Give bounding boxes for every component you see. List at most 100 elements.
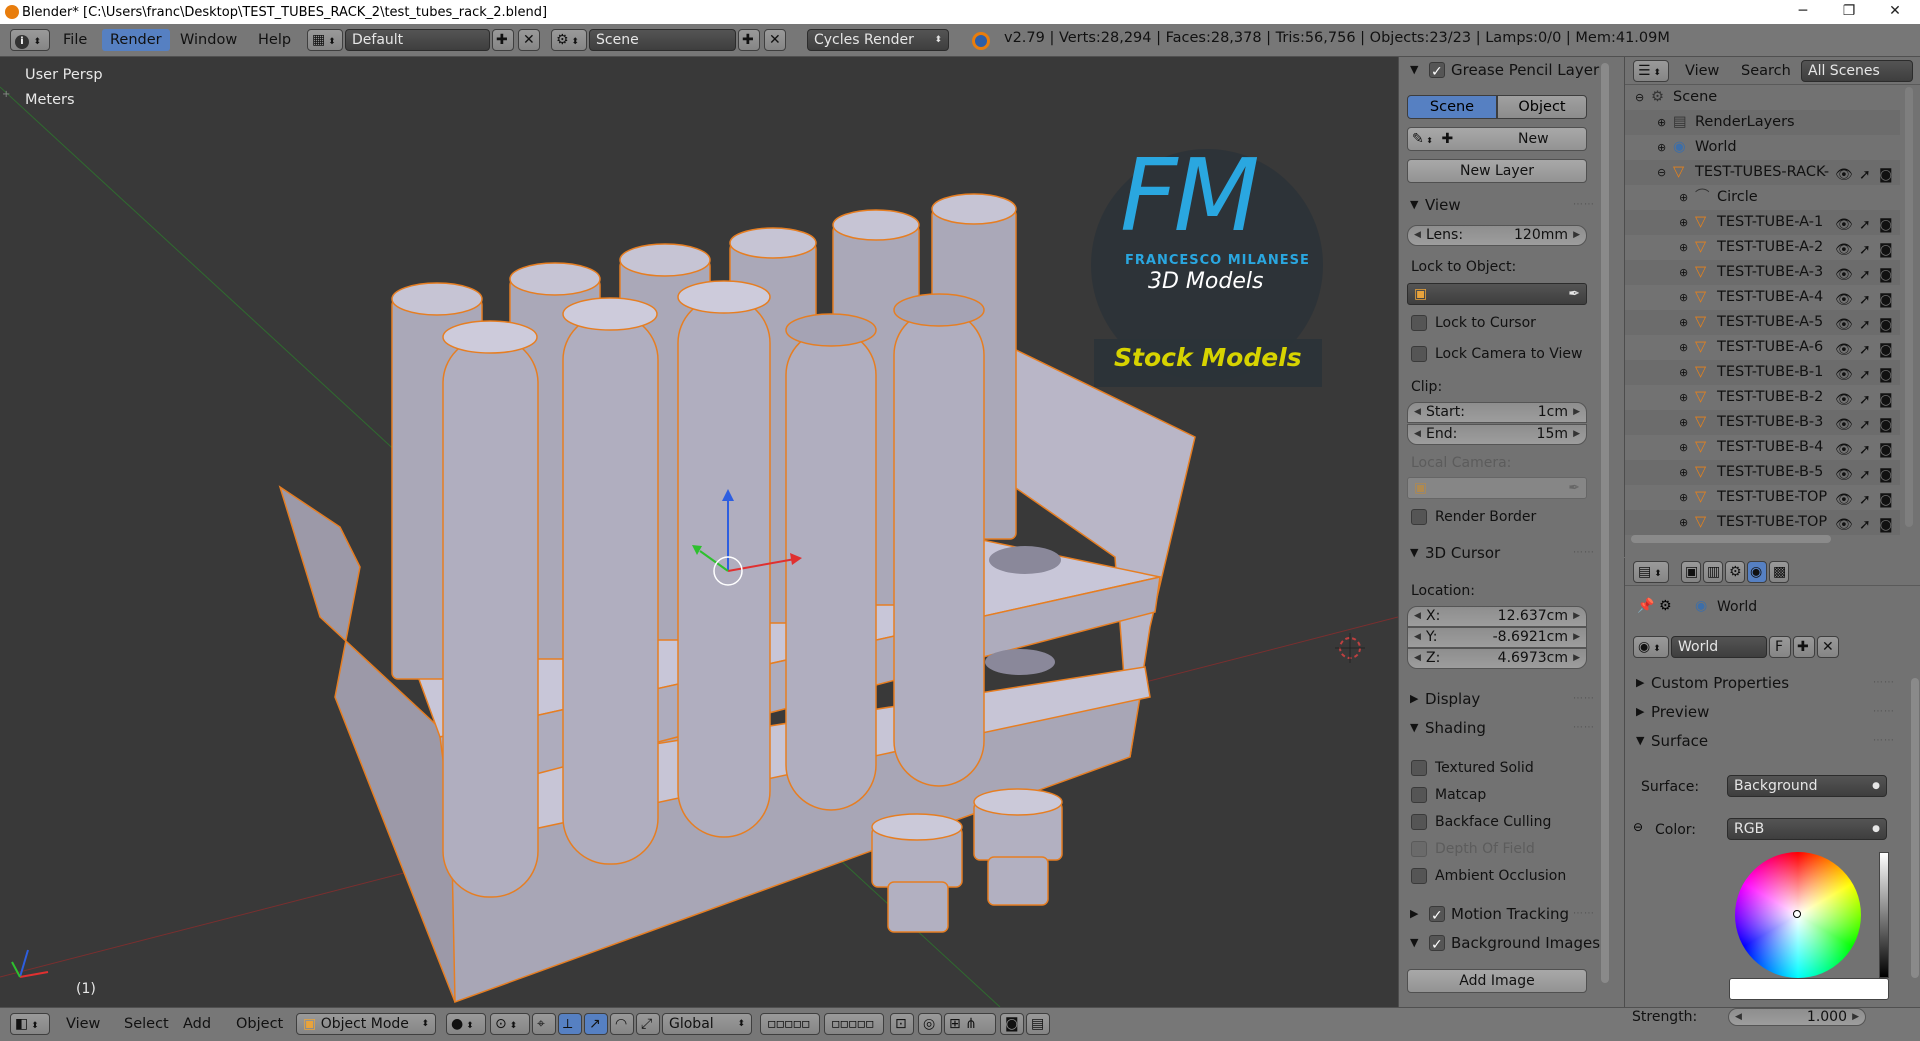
render-border-checkbox[interactable] — [1411, 509, 1427, 525]
maximize-button[interactable]: ❐ — [1826, 0, 1872, 24]
collapse-icon[interactable]: ⊖ — [1635, 85, 1644, 110]
fake-user-button[interactable]: F — [1769, 636, 1791, 658]
outliner-item[interactable]: ⊕ ▽ TEST-TUBE-A-3 👁 ➚ ◙ — [1625, 260, 1900, 285]
interaction-mode-select[interactable]: ▣ Object Mode ⬍ — [296, 1013, 436, 1035]
renderable-camera-icon[interactable]: ◙ — [1879, 163, 1893, 185]
menu-help[interactable]: Help — [250, 29, 299, 51]
new-layer-button[interactable]: New Layer — [1407, 159, 1587, 183]
renderable-camera-icon[interactable]: ◙ — [1879, 288, 1893, 310]
outliner-item[interactable]: ⊕ ▽ TEST-TUBE-B-3 👁 ➚ ◙ — [1625, 410, 1900, 435]
expand-icon[interactable]: ⊕ — [1679, 260, 1688, 285]
cursor-z-field[interactable]: ◀ Z: 4.6973cm ▶ — [1407, 648, 1587, 669]
outliner-item[interactable]: ⊕ ▽ TEST-TUBE-B-4 👁 ➚ ◙ — [1625, 435, 1900, 460]
backface-culling-checkbox[interactable] — [1411, 814, 1427, 830]
new-grease-pencil-button[interactable]: ✎ ⬍ ✚ New — [1407, 127, 1587, 151]
layers-grid-1[interactable]: ▫▫▫▫▫ — [760, 1013, 820, 1035]
visibility-eye-icon[interactable]: 👁 — [1835, 363, 1853, 385]
expand-icon[interactable]: ⊕ — [1679, 210, 1688, 235]
viewport-menu-view[interactable]: View — [58, 1013, 108, 1035]
editor-type-outliner-button[interactable]: ☰ ⬍ — [1633, 60, 1669, 82]
collapse-socket-icon[interactable]: ⊖ — [1633, 820, 1643, 834]
outliner-item[interactable]: ⊕ ▽ TEST-TUBE-TOP 👁 ➚ ◙ — [1625, 510, 1900, 535]
shading-panel-header[interactable]: ▼ Shading ⋯⋯ — [1405, 716, 1601, 740]
visibility-eye-icon[interactable]: 👁 — [1835, 488, 1853, 510]
visibility-eye-icon[interactable]: 👁 — [1835, 463, 1853, 485]
remove-scene-button[interactable]: ✕ — [764, 29, 786, 51]
tab-world[interactable]: ◉ — [1747, 561, 1767, 583]
selectable-arrow-icon[interactable]: ➚ — [1859, 438, 1871, 460]
rotate-manipulator-button[interactable]: ◠ — [610, 1013, 634, 1035]
grease-pencil-checkbox[interactable] — [1429, 60, 1445, 84]
renderable-camera-icon[interactable]: ◙ — [1879, 438, 1893, 460]
outliner-scrollbar[interactable] — [1905, 87, 1913, 527]
expand-icon[interactable]: ⊕ — [1679, 360, 1688, 385]
visibility-eye-icon[interactable]: 👁 — [1835, 313, 1853, 335]
expand-icon[interactable]: ⊕ — [1679, 435, 1688, 460]
tab-texture[interactable]: ▩ — [1769, 561, 1789, 583]
renderable-camera-icon[interactable]: ◙ — [1879, 513, 1893, 535]
view-panel-header[interactable]: ▼ View ⋯⋯ — [1405, 193, 1601, 217]
selectable-arrow-icon[interactable]: ➚ — [1859, 513, 1871, 535]
visibility-eye-icon[interactable]: 👁 — [1835, 213, 1853, 235]
expand-icon[interactable]: ⊕ — [1679, 460, 1688, 485]
visibility-eye-icon[interactable]: 👁 — [1835, 513, 1853, 535]
render-engine-select[interactable]: Cycles Render ⬍ — [807, 29, 949, 51]
editor-type-info-button[interactable]: i ⬍ — [10, 29, 50, 51]
snap-element-select[interactable]: ⊞ ⋔ — [944, 1013, 996, 1035]
background-images-panel-header[interactable]: ▼ Background Images — [1405, 931, 1601, 957]
display-panel-header[interactable]: ▶ Display ⋯⋯ — [1405, 687, 1601, 711]
outliner-menu-search[interactable]: Search — [1733, 60, 1799, 82]
render-opengl-button[interactable]: ◙ — [1000, 1013, 1024, 1035]
expand-icon[interactable]: ⊕ — [1657, 135, 1666, 160]
outliner-item[interactable]: ⊕ ▽ TEST-TUBE-A-6 👁 ➚ ◙ — [1625, 335, 1900, 360]
outliner-item[interactable]: ⊕ ▽ TEST-TUBE-B-1 👁 ➚ ◙ — [1625, 360, 1900, 385]
expand-icon[interactable]: ⊕ — [1679, 235, 1688, 260]
screen-layout-field[interactable]: Default — [345, 29, 490, 51]
pivot-point-select[interactable]: ⊙ ⬍ — [490, 1013, 530, 1035]
background-images-checkbox[interactable] — [1429, 933, 1445, 957]
textured-solid-checkbox[interactable] — [1411, 760, 1427, 776]
3d-viewport[interactable]: FM FRANCESCO MILANESE 3D Models Stock Mo… — [0, 57, 1398, 1007]
lock-to-cursor-checkbox[interactable] — [1411, 315, 1427, 331]
renderable-camera-icon[interactable]: ◙ — [1879, 488, 1893, 510]
outliner-item[interactable]: ⊕ ◉ World — [1625, 135, 1900, 160]
tab-object[interactable]: Object — [1497, 95, 1587, 119]
transform-orientation-select[interactable]: Global ⬍ — [662, 1013, 752, 1035]
outliner-item[interactable]: ⊖ ▽ TEST-TUBES-RACK- 👁 ➚ ◙ — [1625, 160, 1900, 185]
minimize-button[interactable]: ─ — [1780, 0, 1826, 24]
close-button[interactable]: ✕ — [1872, 0, 1918, 24]
tab-render-layers[interactable]: ▥ — [1703, 561, 1723, 583]
visibility-eye-icon[interactable]: 👁 — [1835, 388, 1853, 410]
motion-tracking-panel-header[interactable]: ▶ Motion Tracking ⋯⋯ — [1405, 902, 1601, 928]
outliner-item[interactable]: ⊕ ⌒ Circle — [1625, 185, 1900, 210]
matcap-checkbox[interactable] — [1411, 787, 1427, 803]
renderable-camera-icon[interactable]: ◙ — [1879, 313, 1893, 335]
scale-manipulator-button[interactable]: ⤢ — [636, 1013, 660, 1035]
cursor-x-field[interactable]: ◀ X: 12.637cm ▶ — [1407, 606, 1587, 627]
selectable-arrow-icon[interactable]: ➚ — [1859, 263, 1871, 285]
tab-scene-props[interactable]: ⚙ — [1725, 561, 1745, 583]
expand-icon[interactable]: ⊕ — [1679, 510, 1688, 535]
menu-window[interactable]: Window — [172, 29, 245, 51]
outliner-item[interactable]: ⊕ ▽ TEST-TUBE-A-4 👁 ➚ ◙ — [1625, 285, 1900, 310]
expand-icon[interactable]: ⊕ — [1679, 335, 1688, 360]
outliner-display-mode-select[interactable]: All Scenes — [1801, 60, 1913, 82]
selectable-arrow-icon[interactable]: ➚ — [1859, 213, 1871, 235]
motion-tracking-checkbox[interactable] — [1429, 904, 1445, 928]
properties-scrollbar[interactable] — [1911, 678, 1919, 978]
proportional-edit-button[interactable]: ◎ — [918, 1013, 942, 1035]
custom-properties-panel-header[interactable]: ▶ Custom Properties ⋯⋯ — [1631, 671, 1901, 695]
render-animation-button[interactable]: ▤ — [1026, 1013, 1050, 1035]
manipulator-toggle-button[interactable]: ⟂ — [558, 1013, 582, 1035]
visibility-eye-icon[interactable]: 👁 — [1835, 238, 1853, 260]
scene-field[interactable]: Scene — [589, 29, 736, 51]
outliner-item[interactable]: ⊕ ▽ TEST-TUBE-B-5 👁 ➚ ◙ — [1625, 460, 1900, 485]
add-layout-button[interactable]: ✚ — [492, 29, 514, 51]
renderable-camera-icon[interactable]: ◙ — [1879, 338, 1893, 360]
outliner-hscrollbar[interactable] — [1631, 535, 1831, 543]
selectable-arrow-icon[interactable]: ➚ — [1859, 413, 1871, 435]
world-name-field[interactable]: World — [1671, 636, 1767, 658]
remove-layout-button[interactable]: ✕ — [518, 29, 540, 51]
expand-icon[interactable]: ⊕ — [1679, 285, 1688, 310]
3d-cursor-icon[interactable] — [1335, 633, 1365, 663]
